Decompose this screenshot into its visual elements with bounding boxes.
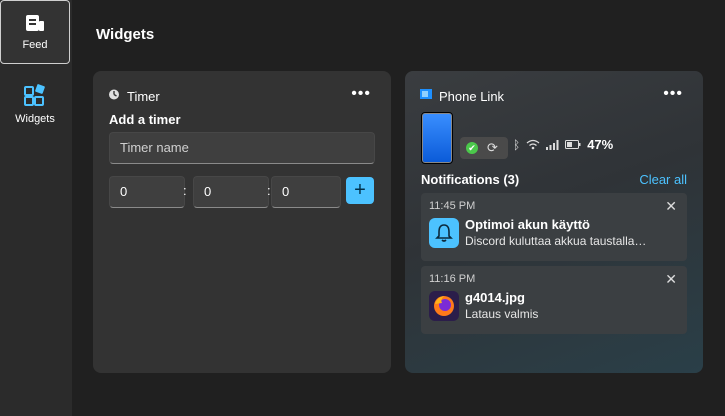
sync-icon[interactable]: ⟳ [487,140,498,156]
more-options-button[interactable]: ••• [663,85,683,103]
notification-body: Lataus valmis [465,307,539,321]
notification-body: Discord kuluttaa akkua taustalla… [465,234,647,248]
close-icon[interactable]: ✕ [665,198,677,215]
widget-title: Timer [127,89,160,104]
hours-input[interactable]: 0 [109,176,185,208]
phone-link-widget: Phone Link ••• ✔ ⟳ ᛒ 47% Notifications (… [405,71,703,373]
page-title: Widgets [96,26,155,43]
battery-percentage: 47% [587,137,614,152]
timer-icon [109,89,119,100]
bell-icon [429,218,459,248]
minutes-input[interactable]: 0 [193,176,269,208]
close-icon[interactable]: ✕ [665,271,677,288]
widget-title: Phone Link [439,89,505,104]
phone-status-bar: ᛒ 47% [513,137,613,152]
feed-icon [26,15,44,31]
notifications-heading: Notifications (3) [421,172,520,187]
notification-time: 11:16 PM [429,273,476,285]
more-options-button[interactable]: ••• [351,85,371,103]
timer-name-input[interactable]: Timer name [109,132,375,164]
firefox-icon [429,291,459,321]
add-timer-button[interactable]: + [346,177,374,204]
connection-status[interactable]: ✔ ⟳ [460,137,508,159]
clear-all-link[interactable]: Clear all [639,172,687,187]
signal-icon [546,139,559,150]
connected-check-icon: ✔ [466,142,478,154]
notification-title: Optimoi akun käyttö [465,217,590,232]
notification-title: g4014.jpg [465,290,525,305]
rail-item-widgets[interactable]: Widgets [0,72,70,136]
bluetooth-icon: ᛒ [513,137,521,152]
time-separator: : [183,183,187,198]
rail-item-feed[interactable]: Feed [0,0,70,64]
add-timer-heading: Add a timer [109,112,181,127]
wifi-icon [526,139,540,150]
notification-item[interactable]: 11:16 PM ✕ g4014.jpg Lataus valmis [421,266,687,334]
battery-icon [565,140,581,149]
phone-image [421,112,453,164]
rail-item-label: Widgets [15,113,55,125]
rail-item-label: Feed [22,39,48,51]
notification-item[interactable]: 11:45 PM ✕ Optimoi akun käyttö Discord k… [421,193,687,261]
seconds-input[interactable]: 0 [271,176,341,208]
timer-widget: Timer ••• Add a timer Timer name 0 : 0 :… [93,71,391,373]
notification-time: 11:45 PM [429,200,476,212]
left-rail: Feed Widgets [0,0,72,416]
widgets-icon [24,84,45,106]
phone-link-icon [420,89,432,99]
